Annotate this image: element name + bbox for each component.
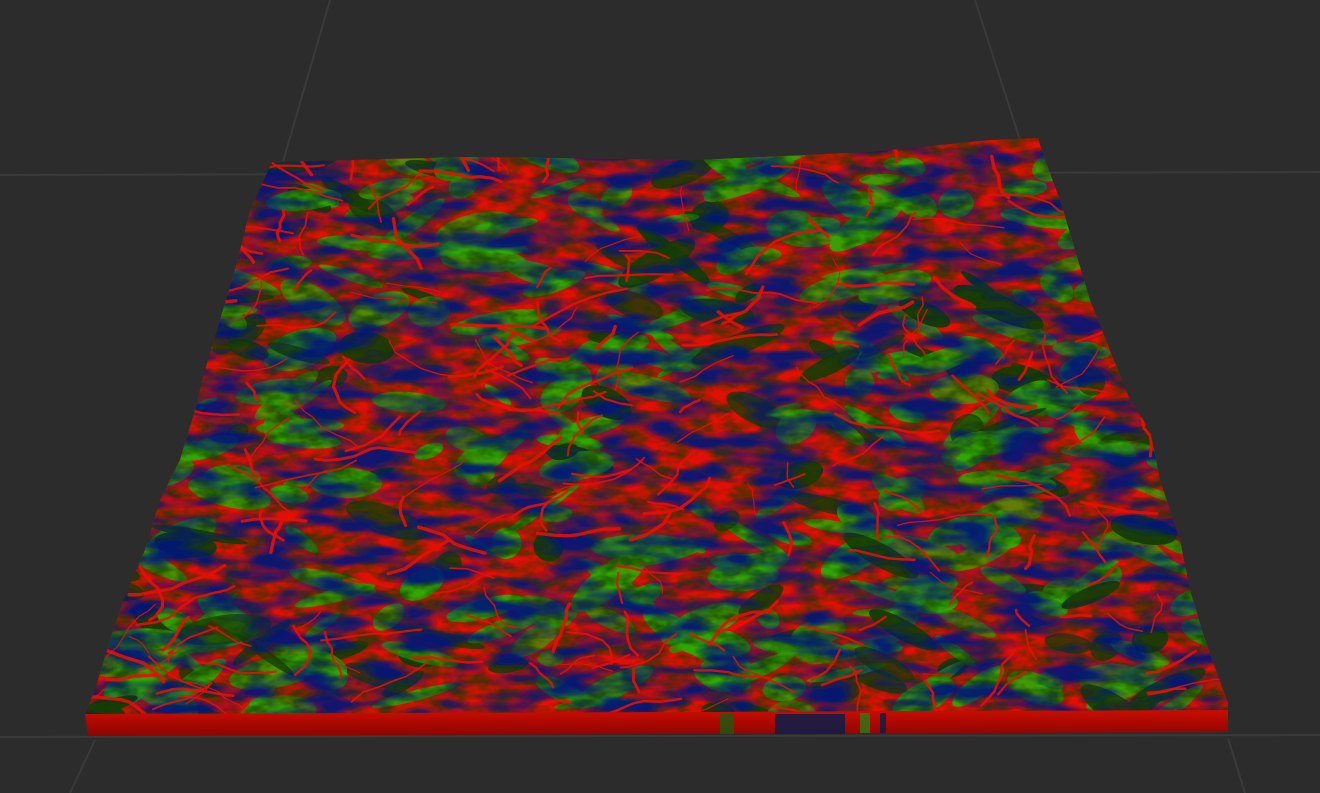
drainage-channel — [1214, 183, 1228, 224]
slope-patch — [101, 302, 138, 326]
slope-patch — [285, 138, 348, 157]
drainage-channel — [140, 308, 160, 338]
slope-patch — [134, 344, 213, 360]
drainage-channel — [1108, 334, 1157, 369]
terrain-heightmap-mesh[interactable] — [0, 0, 1320, 793]
slope-patch — [85, 216, 142, 231]
slope-patch — [1134, 138, 1218, 150]
drainage-channel — [155, 312, 168, 368]
drainage-channel — [1108, 145, 1143, 187]
slope-patch — [1159, 245, 1228, 287]
slope-patch — [1210, 247, 1228, 275]
slope-patch — [113, 393, 149, 414]
slope-patch — [160, 275, 218, 317]
slope-patch — [1191, 353, 1228, 391]
slope-patch — [1145, 278, 1218, 294]
slope-patch — [1111, 138, 1202, 171]
slope-patch — [85, 389, 144, 403]
drainage-channel — [126, 488, 138, 515]
slope-patch — [100, 338, 170, 388]
slope-patch — [1116, 141, 1198, 193]
drainage-channel — [1206, 420, 1228, 439]
slope-patch — [98, 524, 127, 551]
drainage-channel — [183, 257, 196, 306]
drainage-channel — [1196, 230, 1219, 270]
drainage-channel — [216, 138, 279, 152]
drainage-channel — [1226, 258, 1228, 269]
drainage-channel — [1117, 148, 1193, 159]
drainage-channel — [1204, 586, 1228, 616]
slope-patch — [115, 248, 178, 301]
slope-patch — [1183, 168, 1228, 199]
slope-patch — [116, 323, 171, 336]
drainage-channel — [1224, 307, 1228, 328]
slope-patch — [1064, 138, 1093, 166]
drainage-channel — [85, 422, 124, 447]
drainage-channel — [1156, 361, 1204, 402]
slope-patch — [1184, 526, 1213, 540]
terrain-surface — [85, 138, 1228, 714]
slope-patch — [103, 340, 196, 387]
slope-patch — [1147, 380, 1219, 422]
drainage-channel — [85, 401, 139, 413]
slope-patch — [1155, 174, 1228, 225]
slope-patch — [1104, 237, 1174, 261]
drainage-channel — [170, 375, 200, 416]
slope-patch — [127, 255, 154, 282]
slope-patch — [730, 138, 773, 158]
slope-patch — [85, 444, 119, 479]
drainage-channel — [1160, 364, 1188, 407]
slope-patch — [107, 228, 160, 245]
slope-patch — [92, 207, 189, 239]
slope-patch — [1096, 269, 1180, 302]
slope-patch — [85, 270, 134, 283]
drainage-channel — [98, 458, 154, 482]
drainage-channel — [98, 332, 151, 358]
slope-patch — [1098, 179, 1164, 229]
drainage-channel — [95, 646, 100, 680]
slope-patch — [1134, 250, 1210, 282]
slope-patch — [148, 221, 183, 254]
slope-patch — [121, 283, 167, 318]
slope-patch — [1141, 383, 1189, 415]
drainage-channel — [160, 334, 187, 381]
slope-patch — [85, 331, 166, 389]
slope-patch — [108, 381, 159, 409]
drainage-channel — [1059, 613, 1093, 618]
drainage-channel — [1104, 244, 1167, 271]
slope-patch — [85, 150, 140, 183]
slope-patch — [1187, 217, 1228, 236]
drainage-channel — [1217, 328, 1228, 349]
slope-patch — [116, 238, 154, 267]
drainage-channel — [93, 233, 134, 267]
drainage-channel — [148, 248, 165, 303]
slope-patch — [146, 303, 177, 329]
slope-patch — [1110, 194, 1159, 225]
slope-patch — [1194, 499, 1228, 524]
drainage-channel — [85, 368, 98, 411]
drainage-channel — [1156, 330, 1228, 342]
slope-patch — [1092, 176, 1166, 204]
slope-patch — [1152, 393, 1187, 408]
slope-patch — [85, 560, 141, 583]
slope-patch — [1158, 292, 1193, 323]
slope-patch — [162, 293, 204, 327]
slope-patch — [209, 208, 237, 232]
slope-patch — [1147, 206, 1222, 243]
drainage-channel — [1108, 299, 1152, 329]
slope-patch — [101, 161, 144, 189]
slope-patch — [341, 146, 372, 160]
slope-patch — [156, 199, 234, 231]
drainage-channel — [1203, 544, 1228, 581]
drainage-channel — [1126, 356, 1145, 378]
drainage-channel — [172, 185, 229, 221]
slope-patch — [1070, 209, 1095, 225]
3d-viewport[interactable] — [0, 0, 1320, 793]
drainage-channel — [1162, 434, 1217, 445]
drainage-channel — [89, 611, 104, 657]
slope-patch — [1144, 138, 1228, 172]
slope-patch — [85, 370, 143, 413]
